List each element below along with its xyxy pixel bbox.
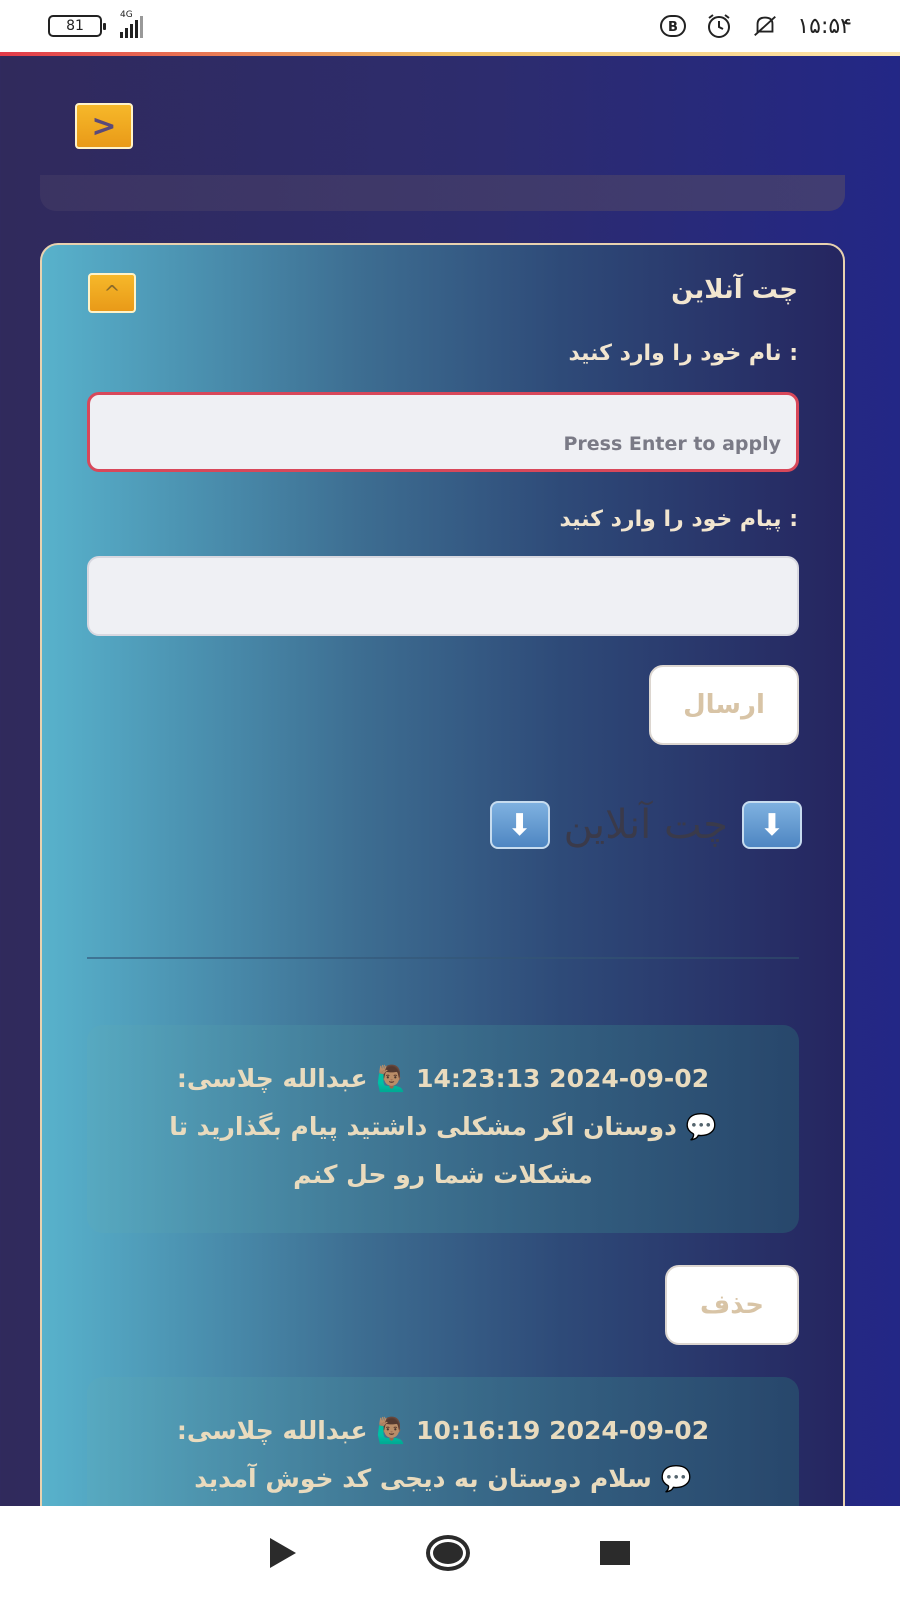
collapse-button[interactable]: ^ bbox=[88, 273, 136, 313]
svg-text:B: B bbox=[668, 20, 678, 35]
signal-icon: 4G bbox=[120, 10, 143, 38]
divider bbox=[87, 957, 799, 959]
message-meta: 2024-09-02 10:16:19 🙋🏽‍♂️ عبدالله چلاسی: bbox=[176, 1416, 710, 1445]
arrow-down-icon: ⬇ bbox=[742, 801, 802, 849]
send-button-label: ارسال bbox=[683, 690, 765, 720]
chat-title: چت آنلاین bbox=[671, 275, 798, 305]
b-icon: B bbox=[659, 12, 687, 40]
battery-icon: 81 bbox=[48, 15, 106, 37]
system-nav-bar bbox=[0, 1506, 900, 1600]
mute-icon bbox=[751, 12, 779, 40]
message-body: 💬 دوستان اگر مشکلی داشتید پیام بگذارید ت… bbox=[169, 1112, 717, 1189]
message-label: : پیام خود را وارد کنید bbox=[559, 507, 799, 532]
message-body: 💬 سلام دوستان به دیجی کد خوش آمدید bbox=[194, 1464, 692, 1493]
status-right: B ۱۵:۵۴ bbox=[659, 12, 852, 40]
home-icon[interactable] bbox=[426, 1535, 470, 1571]
network-type: 4G bbox=[120, 10, 133, 20]
alarm-icon bbox=[705, 12, 733, 40]
chevron-up-icon: ^ bbox=[103, 281, 121, 305]
chevron-right-icon: > bbox=[91, 108, 117, 144]
message-input[interactable] bbox=[87, 556, 799, 636]
delete-button[interactable]: حذف bbox=[665, 1265, 799, 1345]
chat-card: ^ چت آنلاین : نام خود را وارد کنید Press… bbox=[40, 243, 845, 1600]
section-heading-text: چت آنلاین bbox=[563, 802, 728, 848]
recents-icon[interactable] bbox=[600, 1541, 630, 1565]
clock: ۱۵:۵۴ bbox=[797, 13, 852, 39]
section-heading: ⬇ چت آنلاین ⬇ bbox=[412, 795, 802, 855]
chat-card-header: ^ چت آنلاین bbox=[42, 245, 843, 335]
status-left: 81 4G bbox=[48, 10, 143, 38]
message-item: 2024-09-02 14:23:13 🙋🏽‍♂️ عبدالله چلاسی:… bbox=[87, 1025, 799, 1233]
delete-button-label: حذف bbox=[700, 1290, 764, 1320]
nav-toggle-button[interactable]: > bbox=[75, 103, 133, 149]
collapsed-panel bbox=[40, 175, 845, 211]
arrow-down-icon: ⬇ bbox=[489, 801, 550, 849]
back-icon[interactable] bbox=[270, 1538, 296, 1568]
name-label: : نام خود را وارد کنید bbox=[568, 341, 798, 366]
status-bar: 81 4G B ۱۵:۵۴ bbox=[0, 0, 900, 56]
battery-level: 81 bbox=[66, 18, 84, 34]
message-meta: 2024-09-02 14:23:13 🙋🏽‍♂️ عبدالله چلاسی: bbox=[176, 1064, 710, 1093]
name-input[interactable] bbox=[87, 392, 799, 472]
send-button[interactable]: ارسال bbox=[649, 665, 799, 745]
name-input-hint: Press Enter to apply bbox=[563, 433, 781, 455]
